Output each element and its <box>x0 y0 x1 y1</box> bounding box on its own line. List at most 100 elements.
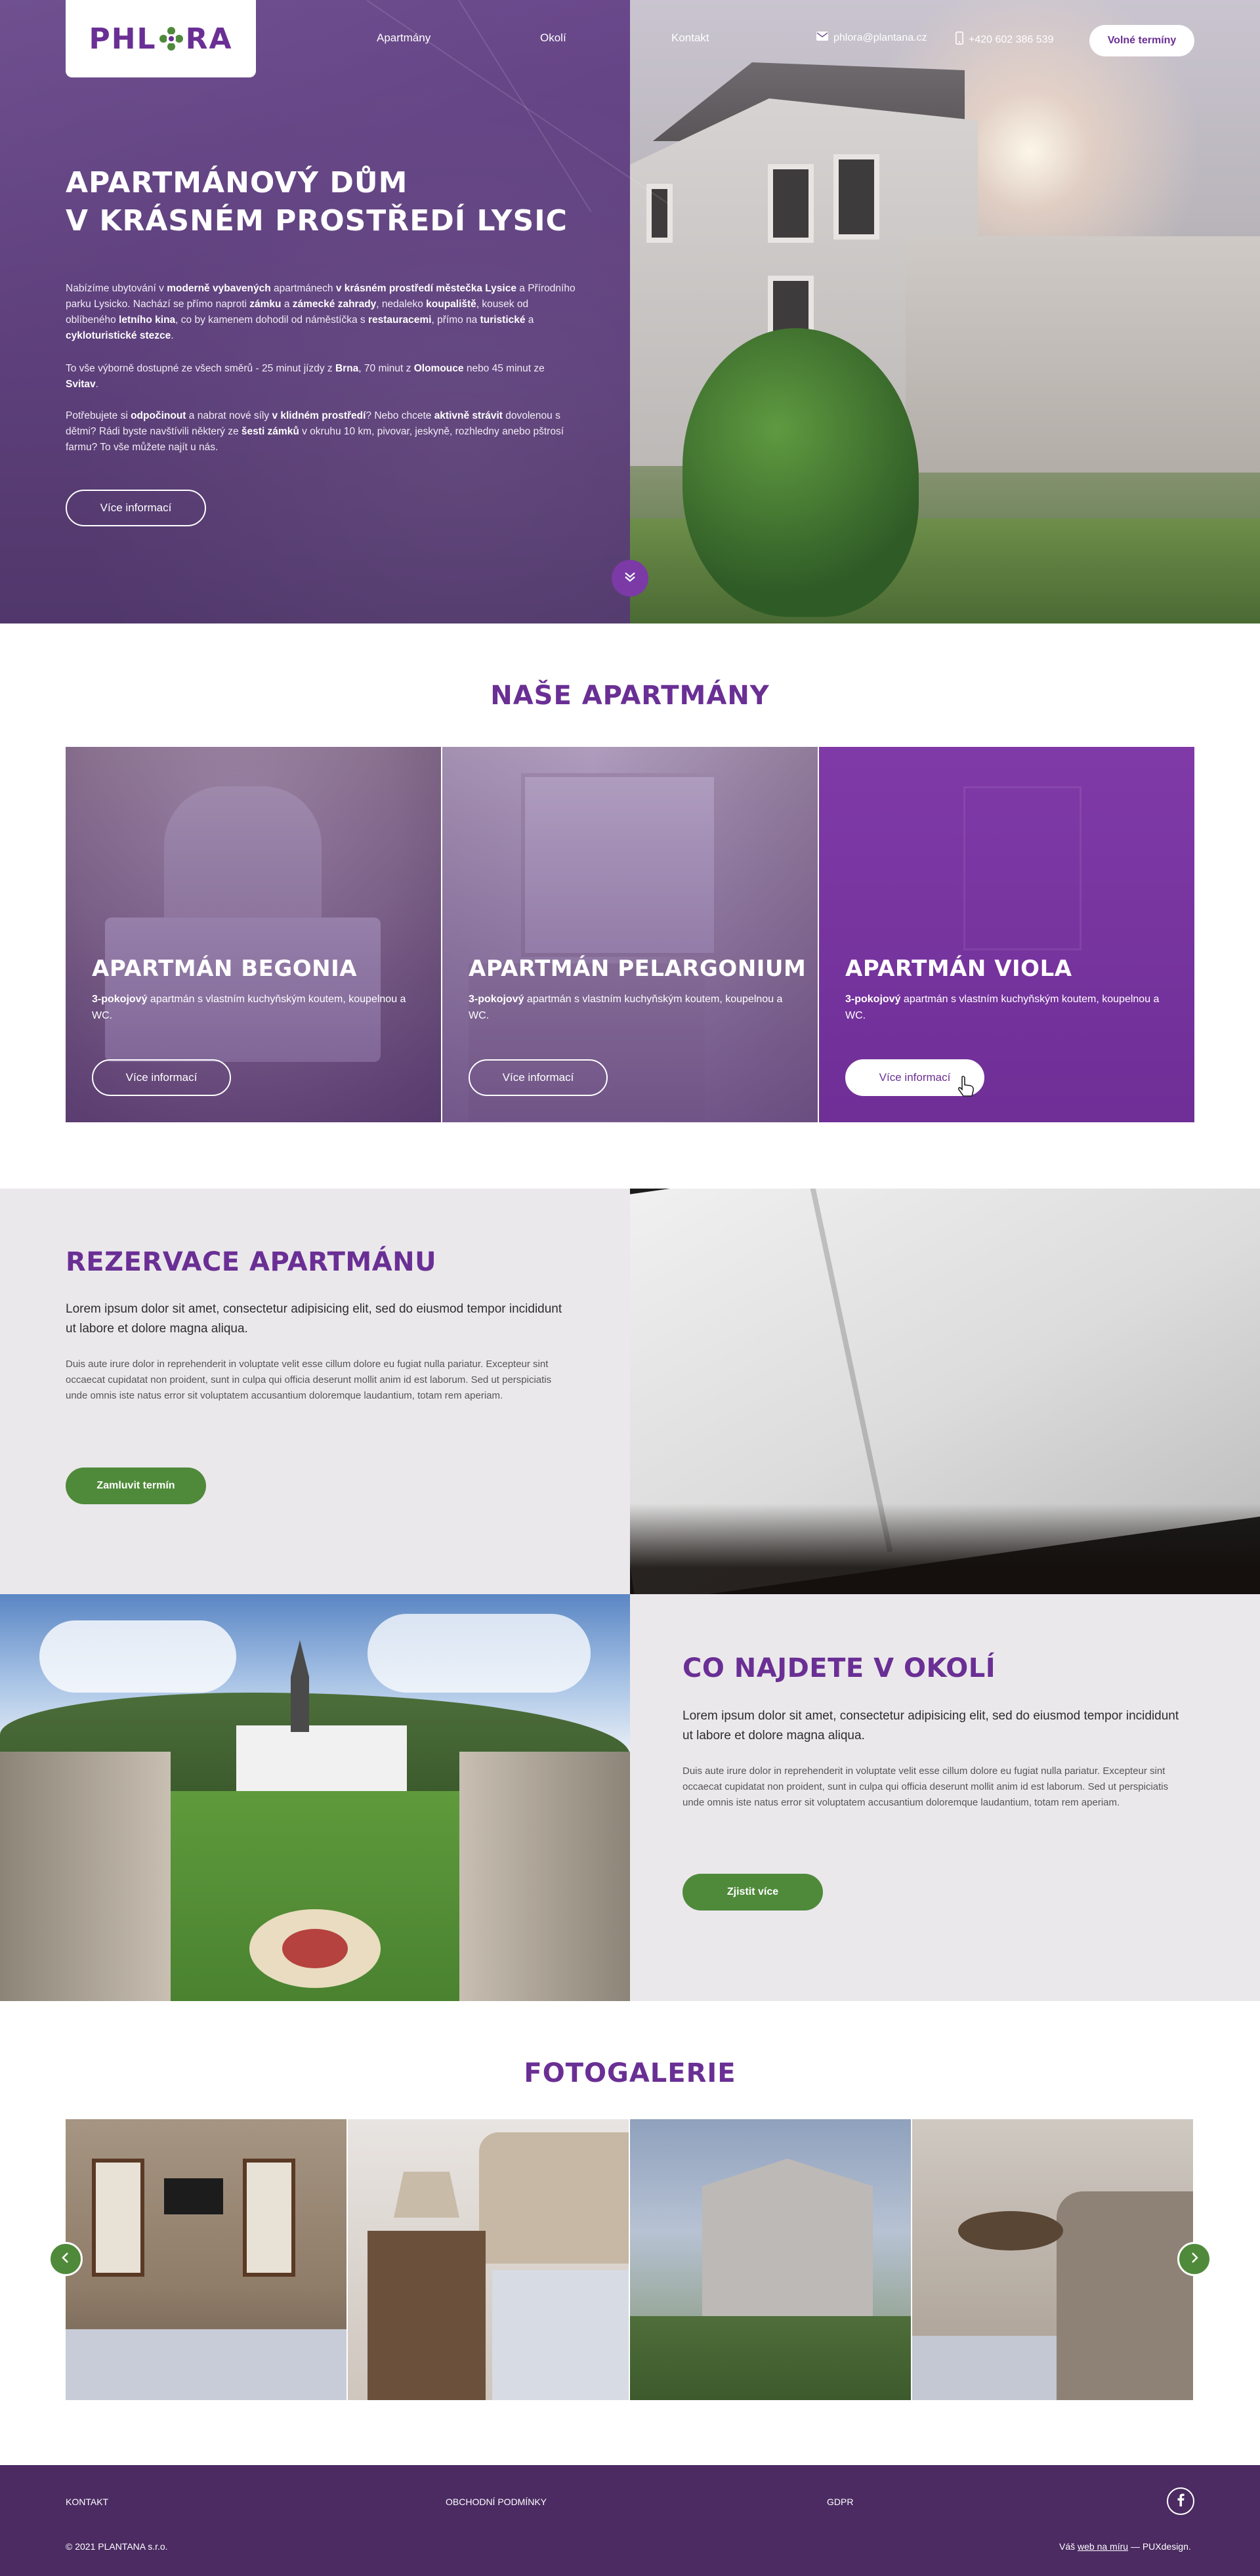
apartments-title: NAŠE APARTMÁNY <box>490 681 770 711</box>
apartment-card-pelargonium[interactable]: APARTMÁN PELARGONIUM 3-pokojový apartmán… <box>442 747 818 1122</box>
hero-p1-text: , co by kamenem dohodil od náměstíčka s <box>175 314 368 326</box>
hero-p1-text: a <box>525 314 534 326</box>
gallery-photo-lamp <box>394 2172 459 2218</box>
hand-pointer-icon <box>957 1075 976 1101</box>
footer-link-gdpr[interactable]: GDPR <box>827 2497 853 2507</box>
gallery-photo-house[interactable] <box>630 2119 911 2400</box>
book-date-button[interactable]: Zamluvit termín <box>66 1467 206 1504</box>
hero-p3-bold: v klidném prostředí <box>272 410 366 421</box>
hero-p2-bold: Brna <box>335 363 359 374</box>
apartment-name: APARTMÁN VIOLA <box>845 956 1072 982</box>
hero-p1-bold: cykloturistické stezce <box>66 330 171 341</box>
facebook-button[interactable] <box>1167 2487 1194 2515</box>
hero-p2-text: . <box>95 379 98 390</box>
photo-cloud <box>368 1614 591 1693</box>
footer-credit-link[interactable]: web na míru <box>1078 2541 1128 2552</box>
nav-item-okoli[interactable]: Okolí <box>540 32 566 45</box>
envelope-icon <box>816 32 828 44</box>
gallery-photo-window <box>92 2159 144 2277</box>
gallery-photo-tv <box>164 2178 223 2214</box>
phone-icon <box>956 32 963 48</box>
reservation-lead: Lorem ipsum dolor sit amet, consectetur … <box>66 1302 562 1336</box>
gallery-photo-armchair[interactable] <box>912 2119 1193 2400</box>
hero-p1-text: apartmánech <box>270 283 336 294</box>
nav-item-kontakt[interactable]: Kontakt <box>671 32 709 45</box>
gallery-photo-nightstand-furniture <box>368 2231 486 2400</box>
hero-p1-bold: zámecké zahrady <box>292 299 377 310</box>
photo-cloud <box>39 1620 236 1693</box>
apartment-name: APARTMÁN PELARGONIUM <box>469 956 807 982</box>
gallery-photo-table <box>958 2211 1063 2250</box>
hero-p1-bold: turistické <box>480 314 526 326</box>
chevron-left-icon <box>60 2252 71 2266</box>
hero-photo-window <box>833 154 879 240</box>
contact-phone[interactable]: +420 602 386 539 <box>956 32 1053 48</box>
scroll-down-button[interactable] <box>612 560 648 597</box>
footer: KONTAKT OBCHODNÍ PODMÍNKY GDPR © 2021 PL… <box>0 2465 1260 2576</box>
apartment-description: 3-pokojový apartmán s vlastním kuchyňský… <box>845 991 1173 1024</box>
gallery-photo-garden <box>630 2316 911 2400</box>
footer-link-kontakt[interactable]: KONTAKT <box>66 2497 108 2507</box>
hero-p1-bold: letního kina <box>119 314 176 326</box>
hero-title-line-1: APARTMÁNOVÝ DŮM <box>66 166 408 200</box>
hero-paragraph-1: Nabízíme ubytování v moderně vybavených … <box>66 281 578 344</box>
footer-credit-suffix: — PUXdesign. <box>1128 2541 1191 2552</box>
apartment-more-button[interactable]: Více informací <box>469 1059 608 1096</box>
hero-p2-bold: Olomouce <box>413 363 464 374</box>
hero-p1-bold: moderně vybavených <box>167 283 271 294</box>
gallery-photo-bed <box>66 2329 346 2400</box>
hero-p2-text: , 70 minut z <box>358 363 414 374</box>
hero-paragraph-2: To vše výborně dostupné ze všech směrů -… <box>66 361 578 392</box>
reservation-title: REZERVACE APARTMÁNU <box>66 1247 437 1277</box>
hero-p3-text: ? Nebo chcete <box>366 410 434 421</box>
free-dates-button[interactable]: Volné termíny <box>1089 25 1194 56</box>
apartment-name: APARTMÁN BEGONIA <box>92 956 358 982</box>
hero-p3-text: Potřebujete si <box>66 410 131 421</box>
hero-title: APARTMÁNOVÝ DŮM V KRÁSNÉM PROSTŘEDÍ LYSI… <box>66 164 591 240</box>
gallery-prev-button[interactable] <box>49 2242 83 2276</box>
apartment-desc-bold: 3-pokojový <box>469 994 524 1005</box>
gallery-next-button[interactable] <box>1177 2242 1211 2276</box>
gallery-photo-nightstand[interactable] <box>348 2119 629 2400</box>
apartment-photo-window <box>963 786 1082 950</box>
gallery-title: FOTOGALERIE <box>524 2058 736 2088</box>
footer-copyright: © 2021 PLANTANA s.r.o. <box>66 2541 168 2552</box>
surroundings-title: CO NAJDETE V OKOLÍ <box>682 1653 996 1683</box>
hero-p3-bold: šesti zámků <box>241 426 299 437</box>
chevron-right-icon <box>1189 2252 1200 2266</box>
apartment-description: 3-pokojový apartmán s vlastním kuchyňský… <box>469 991 797 1024</box>
find-more-button[interactable]: Zjistit více <box>682 1874 823 1911</box>
hero-p2-text: To vše výborně dostupné ze všech směrů -… <box>66 363 335 374</box>
apartment-card-begonia[interactable]: APARTMÁN BEGONIA 3-pokojový apartmán s v… <box>66 747 441 1122</box>
gallery-photo-bed <box>492 2270 629 2400</box>
gallery-photo-bed <box>912 2336 1057 2400</box>
contact-email[interactable]: phlora@plantana.cz <box>816 32 927 44</box>
hero-photo-window <box>768 164 814 243</box>
double-chevron-down-icon <box>622 569 638 587</box>
reservation-body: Duis aute irure dolor in reprehenderit i… <box>66 1359 552 1401</box>
hero-p1-text: , nedaleko <box>376 299 427 310</box>
hero-p3-bold: odpočinout <box>131 410 186 421</box>
apartment-description: 3-pokojový apartmán s vlastním kuchyňský… <box>92 991 420 1024</box>
surroundings-photo-chateau <box>0 1594 630 2001</box>
reservation-photo-calendar <box>630 1189 1260 1594</box>
hero-more-button[interactable]: Více informací <box>66 490 206 526</box>
apartment-more-button[interactable]: Více informací <box>92 1059 231 1096</box>
hero-p1-bold: restauracemi <box>368 314 432 326</box>
gallery-photo-headboard <box>479 2132 629 2264</box>
main-nav: Apartmány Okolí Kontakt <box>0 32 1260 50</box>
apartment-card-viola[interactable]: APARTMÁN VIOLA 3-pokojový apartmán s vla… <box>819 747 1194 1122</box>
photo-flower-bed <box>282 1929 348 1968</box>
apartment-desc-bold: 3-pokojový <box>92 994 148 1005</box>
footer-credit: Váš web na míru — PUXdesign. <box>1059 2541 1191 2552</box>
hero-p1-bold: v krásném prostředí městečka Lysice <box>335 283 516 294</box>
calendar-shadow <box>630 1504 1260 1594</box>
photo-colonnade-left <box>0 1752 171 2001</box>
gallery-photo-bedroom[interactable] <box>66 2119 346 2400</box>
hero-p3-bold: aktivně strávit <box>434 410 503 421</box>
nav-item-apartmany[interactable]: Apartmány <box>377 32 430 45</box>
surroundings-body: Duis aute irure dolor in reprehenderit i… <box>682 1765 1169 1808</box>
hero-title-line-2: V KRÁSNÉM PROSTŘEDÍ LYSIC <box>66 204 568 238</box>
footer-link-terms[interactable]: OBCHODNÍ PODMÍNKY <box>446 2497 547 2507</box>
hero-p3-text: a nabrat nové síly <box>186 410 272 421</box>
